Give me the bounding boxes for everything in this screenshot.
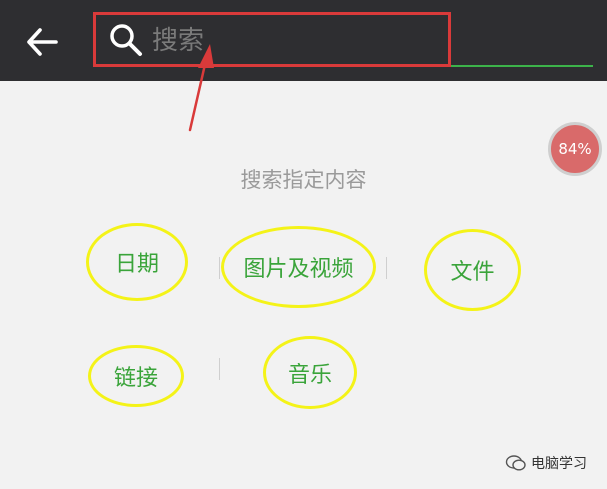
category-link-label: 链接 (113, 366, 158, 391)
watermark: 电脑学习 (505, 450, 605, 476)
divider (386, 257, 387, 279)
category-music-label: 音乐 (287, 362, 332, 388)
back-arrow-icon (27, 28, 58, 56)
category-music-button[interactable]: 音乐 (263, 336, 357, 409)
search-hint-heading: 搜索指定内容 (240, 168, 367, 192)
annotation-arrow-icon (188, 44, 214, 132)
divider (219, 257, 220, 279)
category-date-button[interactable]: 日期 (86, 223, 188, 301)
watermark-label: 电脑学习 (531, 456, 587, 472)
category-file-button[interactable]: 文件 (424, 229, 521, 311)
category-date-label: 日期 (114, 252, 159, 277)
back-button[interactable] (22, 22, 62, 62)
progress-badge[interactable]: 84% (548, 122, 602, 176)
category-media-label: 图片及视频 (243, 257, 354, 282)
category-media-button[interactable]: 图片及视频 (221, 226, 376, 308)
search-highlight-box (93, 12, 451, 67)
category-link-button[interactable]: 链接 (88, 345, 184, 407)
category-file-label: 文件 (450, 260, 495, 285)
wechat-logo-icon (505, 455, 526, 471)
divider (219, 358, 220, 380)
